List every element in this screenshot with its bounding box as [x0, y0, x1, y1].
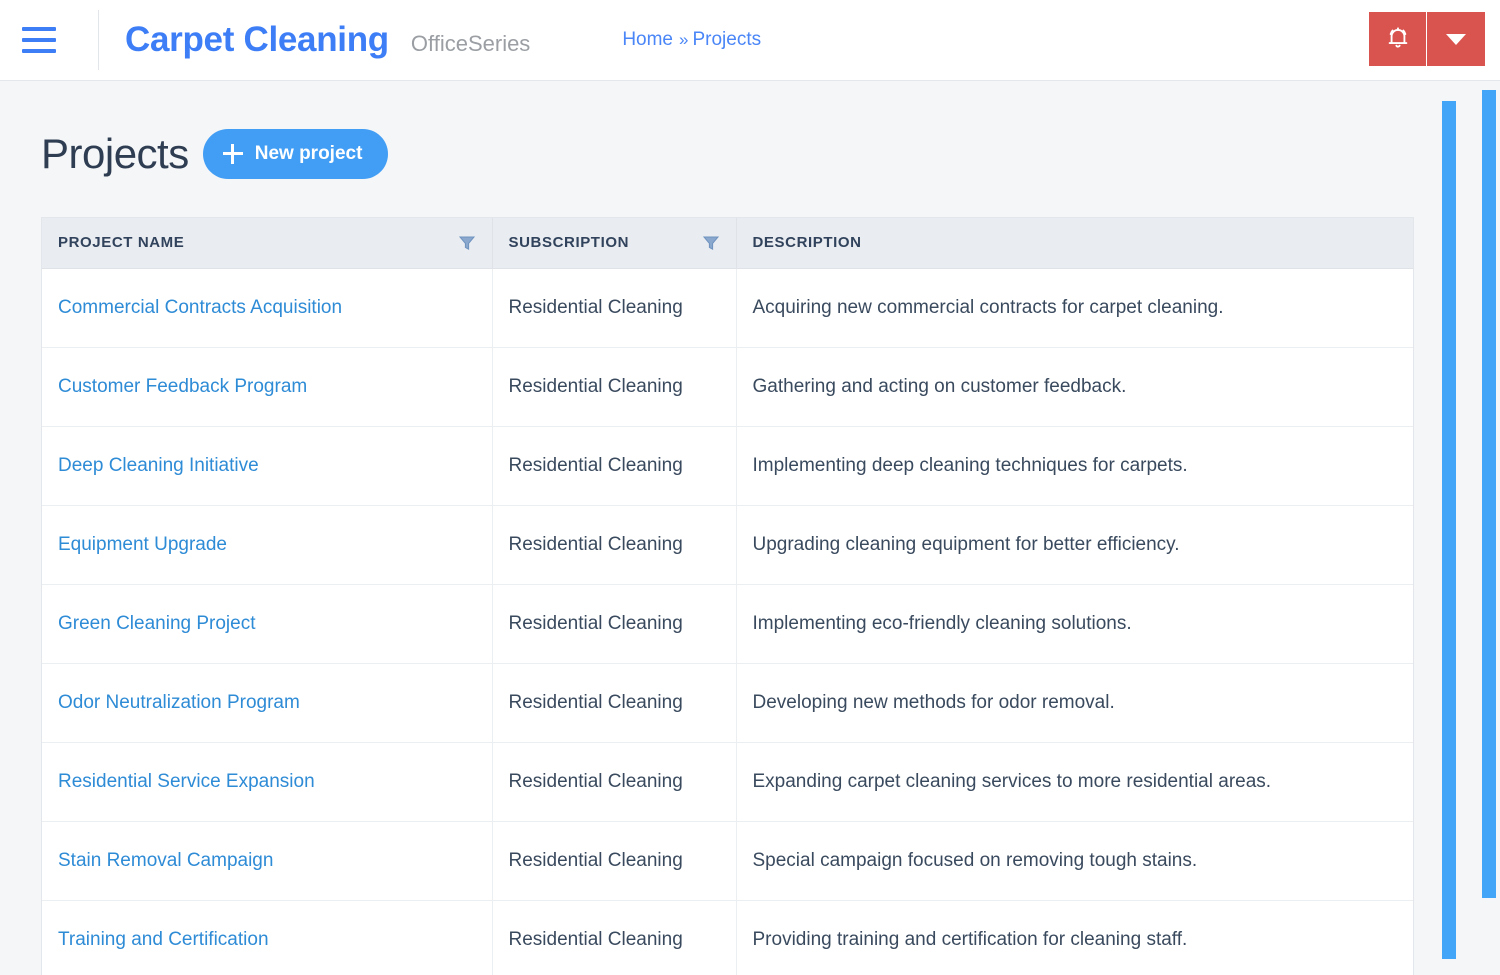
table-body: Commercial Contracts Acquisition Resident… — [42, 268, 1413, 975]
project-link[interactable]: Stain Removal Campaign — [58, 850, 273, 871]
vertical-scrollbar-inner[interactable] — [1442, 101, 1456, 959]
plus-icon — [222, 144, 243, 164]
cell-project-name: Deep Cleaning Initiative — [42, 426, 493, 506]
user-dropdown-button[interactable] — [1427, 12, 1485, 66]
cell-project-name: Equipment Upgrade — [42, 505, 493, 585]
cell-subscription: Residential Cleaning — [492, 900, 737, 975]
cell-description: Expanding carpet cleaning services to mo… — [736, 742, 1413, 822]
project-link[interactable]: Green Cleaning Project — [58, 613, 256, 634]
table-header-row: PROJECT NAME SUBSCRIPTION DESCRIPTION — [42, 218, 1413, 269]
cell-subscription: Residential Cleaning — [492, 268, 737, 348]
filter-icon[interactable] — [702, 234, 720, 252]
table-row: Odor Neutralization Program Residential C… — [42, 663, 1413, 743]
column-header-subscription[interactable]: SUBSCRIPTION — [492, 218, 737, 269]
table-row: Equipment Upgrade Residential Cleaning Upg… — [42, 505, 1413, 585]
cell-description: Upgrading cleaning equipment for better … — [736, 505, 1413, 585]
cell-description: Special campaign focused on removing tou… — [736, 821, 1413, 901]
bell-icon — [1384, 24, 1412, 55]
breadcrumb-link-home[interactable]: Home — [622, 29, 673, 51]
column-label: SUBSCRIPTION — [508, 234, 630, 252]
cell-description: Gathering and acting on customer feedbac… — [736, 347, 1413, 427]
projects-table: PROJECT NAME SUBSCRIPTION DESCRIPTION Co… — [42, 218, 1413, 975]
hamburger-menu-icon[interactable] — [22, 27, 78, 53]
page-content: Projects New project PROJECT NAME SUBSCR… — [0, 81, 1500, 975]
column-label: PROJECT NAME — [58, 234, 185, 252]
cell-subscription: Residential Cleaning — [492, 584, 737, 664]
top-bar: Carpet Cleaning OfficeSeries Home » Proj… — [0, 0, 1500, 81]
projects-table-container: PROJECT NAME SUBSCRIPTION DESCRIPTION Co… — [41, 217, 1414, 975]
project-link[interactable]: Odor Neutralization Program — [58, 692, 300, 713]
hamburger-line — [22, 27, 56, 31]
column-header-project-name[interactable]: PROJECT NAME — [42, 218, 493, 269]
cell-project-name: Customer Feedback Program — [42, 347, 493, 427]
breadcrumb-separator-icon: » — [679, 30, 689, 49]
table-row: Training and Certification Residential Cl… — [42, 900, 1413, 975]
column-label: DESCRIPTION — [752, 234, 862, 252]
notifications-button[interactable] — [1369, 12, 1427, 66]
cell-description: Implementing eco-friendly cleaning solut… — [736, 584, 1413, 664]
table-row: Green Cleaning Project Residential Cleani… — [42, 584, 1413, 664]
project-link[interactable]: Deep Cleaning Initiative — [58, 455, 259, 476]
page-header: Projects New project — [0, 81, 1500, 179]
cell-project-name: Commercial Contracts Acquisition — [42, 268, 493, 348]
table-row: Deep Cleaning Initiative Residential Clea… — [42, 426, 1413, 506]
project-link[interactable]: Customer Feedback Program — [58, 376, 307, 397]
hamburger-line — [22, 49, 56, 53]
brand-subtitle: OfficeSeries — [410, 31, 531, 56]
cell-subscription: Residential Cleaning — [492, 663, 737, 743]
project-link[interactable]: Commercial Contracts Acquisition — [58, 297, 342, 318]
table-row: Residential Service Expansion Residential… — [42, 742, 1413, 822]
cell-subscription: Residential Cleaning — [492, 821, 737, 901]
new-project-button[interactable]: New project — [202, 129, 389, 179]
table-row: Stain Removal Campaign Residential Cleani… — [42, 821, 1413, 901]
cell-project-name: Training and Certification — [42, 900, 493, 975]
cell-description: Implementing deep cleaning techniques fo… — [736, 426, 1413, 506]
breadcrumb-link-projects[interactable]: Projects — [692, 29, 761, 51]
cell-subscription: Residential Cleaning — [492, 742, 737, 822]
top-bar-divider — [98, 10, 99, 70]
cell-subscription: Residential Cleaning — [492, 505, 737, 585]
cell-subscription: Residential Cleaning — [492, 426, 737, 506]
cell-description: Acquiring new commercial contracts for c… — [736, 268, 1413, 348]
top-bar-actions — [1369, 12, 1485, 66]
cell-subscription: Residential Cleaning — [492, 347, 737, 427]
vertical-scrollbar-outer[interactable] — [1482, 90, 1496, 898]
cell-project-name: Green Cleaning Project — [42, 584, 493, 664]
breadcrumb: Home » Projects — [622, 29, 761, 51]
cell-description: Providing training and certification for… — [736, 900, 1413, 975]
project-link[interactable]: Residential Service Expansion — [58, 771, 315, 792]
filter-icon[interactable] — [458, 234, 476, 252]
cell-project-name: Residential Service Expansion — [42, 742, 493, 822]
column-header-description: DESCRIPTION — [736, 218, 1413, 269]
table-header: PROJECT NAME SUBSCRIPTION DESCRIPTION — [42, 218, 1413, 269]
table-row: Commercial Contracts Acquisition Resident… — [42, 268, 1413, 348]
cell-description: Developing new methods for odor removal. — [736, 663, 1413, 743]
table-row: Customer Feedback Program Residential Cle… — [42, 347, 1413, 427]
project-link[interactable]: Training and Certification — [58, 929, 269, 950]
new-project-label: New project — [254, 143, 363, 164]
cell-project-name: Stain Removal Campaign — [42, 821, 493, 901]
hamburger-line — [22, 38, 56, 42]
chevron-down-icon — [1446, 33, 1466, 45]
brand-title: Carpet Cleaning — [125, 20, 389, 59]
project-link[interactable]: Equipment Upgrade — [58, 534, 227, 555]
page-title: Projects — [41, 130, 189, 177]
brand[interactable]: Carpet Cleaning OfficeSeries — [125, 20, 530, 60]
cell-project-name: Odor Neutralization Program — [42, 663, 493, 743]
